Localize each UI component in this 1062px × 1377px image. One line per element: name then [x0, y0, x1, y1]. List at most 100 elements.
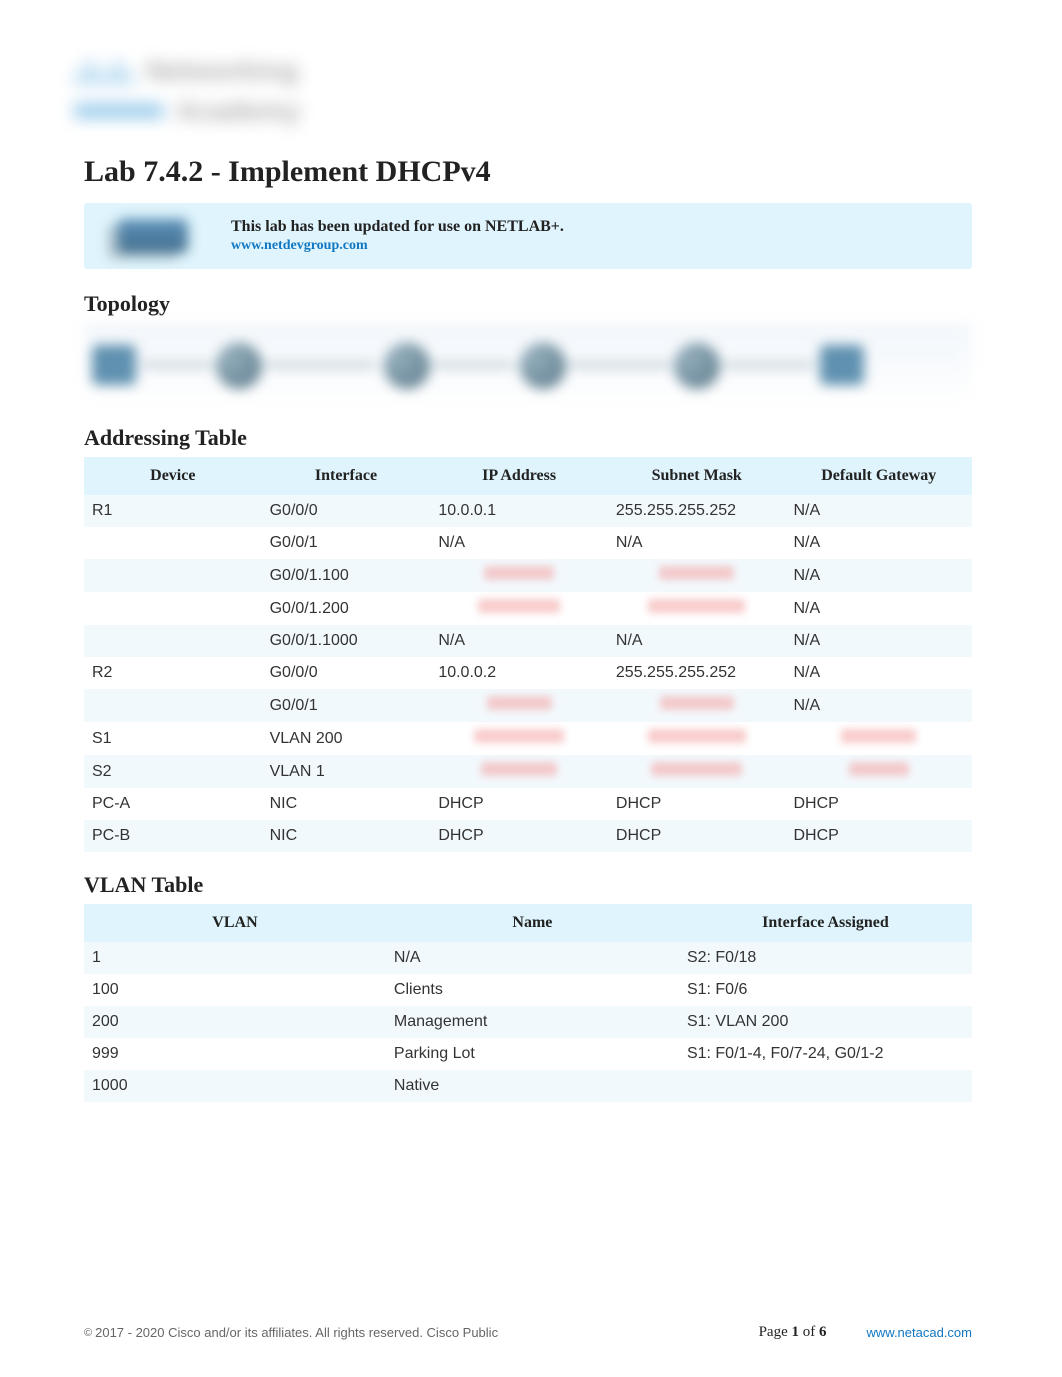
redacted-value [478, 599, 560, 613]
table-row: 1N/AS2: F0/18 [84, 942, 972, 974]
vlan-cell-id: 100 [84, 974, 386, 1006]
table-row: PC-BNICDHCPDHCPDHCP [84, 820, 972, 852]
addr-cell-gateway: N/A [786, 592, 973, 625]
addr-cell-ip [430, 755, 608, 788]
addr-cell-mask: N/A [608, 527, 786, 559]
addr-cell-mask: 255.255.255.252 [608, 657, 786, 689]
footer-copyright: ©2017 - 2020 Cisco and/or its affiliates… [84, 1325, 719, 1340]
section-heading-topology: Topology [84, 291, 972, 317]
vlan-cell-name: Clients [386, 974, 679, 1006]
table-row: R1G0/0/010.0.0.1255.255.255.252N/A [84, 495, 972, 527]
addr-cell-ip: N/A [430, 625, 608, 657]
addr-cell-mask [608, 722, 786, 755]
vlan-cell-iface: S1: F0/1-4, F0/7-24, G0/1-2 [679, 1038, 972, 1070]
addr-cell-device: S2 [84, 755, 262, 788]
netlab-logo [100, 217, 205, 255]
addr-th-ip: IP Address [430, 457, 608, 495]
table-row: PC-ANICDHCPDHCPDHCP [84, 788, 972, 820]
vlan-cell-iface: S1: VLAN 200 [679, 1006, 972, 1038]
addr-cell-ip: N/A [430, 527, 608, 559]
addr-cell-gateway: N/A [786, 559, 973, 592]
addr-cell-mask [608, 755, 786, 788]
redacted-value [487, 696, 552, 710]
table-row: G0/0/1N/AN/AN/A [84, 527, 972, 559]
table-row: R2G0/0/010.0.0.2255.255.255.252N/A [84, 657, 972, 689]
table-row: G0/0/1.100 N/A [84, 559, 972, 592]
redacted-value [474, 729, 565, 743]
addr-cell-gateway: DHCP [786, 820, 973, 852]
addr-cell-device: PC-B [84, 820, 262, 852]
addr-cell-ip [430, 559, 608, 592]
addr-cell-interface: G0/0/0 [262, 495, 431, 527]
footer-page-indicator: Page 1 of 6 [759, 1324, 827, 1341]
vlan-cell-id: 200 [84, 1006, 386, 1038]
notice-link[interactable]: www.netdevgroup.com [231, 238, 564, 254]
brand-logo-blur: Networking Academy [74, 55, 374, 135]
brand-word-1: Networking [146, 55, 298, 87]
vlan-cell-name: Management [386, 1006, 679, 1038]
addr-cell-device: R1 [84, 495, 262, 527]
vlan-cell-iface: S2: F0/18 [679, 942, 972, 974]
section-heading-addressing: Addressing Table [84, 425, 972, 451]
addr-cell-ip: 10.0.0.1 [430, 495, 608, 527]
redacted-value [648, 599, 745, 613]
addr-th-device: Device [84, 457, 262, 495]
addr-cell-mask [608, 689, 786, 722]
brand-logo: Networking Academy [84, 55, 972, 135]
addr-cell-mask: DHCP [608, 820, 786, 852]
redacted-value [481, 762, 556, 776]
table-row: 100ClientsS1: F0/6 [84, 974, 972, 1006]
addr-th-mask: Subnet Mask [608, 457, 786, 495]
addr-cell-gateway: N/A [786, 625, 973, 657]
addr-cell-interface: G0/0/1.200 [262, 592, 431, 625]
addr-cell-device: R2 [84, 657, 262, 689]
addr-cell-interface: NIC [262, 788, 431, 820]
notice-line: This lab has been updated for use on NET… [231, 218, 564, 236]
table-row: G0/0/1.1000N/AN/AN/A [84, 625, 972, 657]
table-row: 200ManagementS1: VLAN 200 [84, 1006, 972, 1038]
notice-text: This lab has been updated for use on NET… [231, 218, 564, 254]
redacted-value [660, 696, 734, 710]
vlan-th-vlan: VLAN [84, 904, 386, 942]
redacted-value [659, 566, 734, 580]
addr-cell-ip: 10.0.0.2 [430, 657, 608, 689]
section-heading-vlan: VLAN Table [84, 872, 972, 898]
addr-cell-gateway: N/A [786, 527, 973, 559]
table-row: 999Parking LotS1: F0/1-4, F0/7-24, G0/1-… [84, 1038, 972, 1070]
vlan-cell-name: Parking Lot [386, 1038, 679, 1070]
addr-cell-gateway: N/A [786, 495, 973, 527]
addr-cell-interface: G0/0/1.100 [262, 559, 431, 592]
addr-cell-device [84, 625, 262, 657]
page-footer: ©2017 - 2020 Cisco and/or its affiliates… [84, 1324, 972, 1341]
vlan-cell-id: 1000 [84, 1070, 386, 1102]
addr-cell-device: S1 [84, 722, 262, 755]
vlan-cell-iface: S1: F0/6 [679, 974, 972, 1006]
table-row: 1000Native [84, 1070, 972, 1102]
addr-cell-interface: VLAN 1 [262, 755, 431, 788]
addr-cell-mask: N/A [608, 625, 786, 657]
addressing-table: Device Interface IP Address Subnet Mask … [84, 457, 972, 852]
footer-site-link[interactable]: www.netacad.com [867, 1325, 973, 1340]
addr-cell-device [84, 592, 262, 625]
addr-cell-ip [430, 722, 608, 755]
addr-cell-ip [430, 592, 608, 625]
addr-cell-interface: G0/0/1.1000 [262, 625, 431, 657]
redacted-value [841, 729, 916, 743]
vlan-cell-id: 999 [84, 1038, 386, 1070]
addr-cell-device [84, 527, 262, 559]
addressing-table-header: Device Interface IP Address Subnet Mask … [84, 457, 972, 495]
addr-cell-interface: NIC [262, 820, 431, 852]
vlan-table-header: VLAN Name Interface Assigned [84, 904, 972, 942]
topology-diagram [84, 323, 972, 407]
addr-cell-device [84, 559, 262, 592]
addr-cell-mask [608, 592, 786, 625]
redacted-value [849, 762, 909, 776]
addr-cell-mask: 255.255.255.252 [608, 495, 786, 527]
addr-th-gw: Default Gateway [786, 457, 973, 495]
redacted-value [648, 729, 746, 743]
vlan-th-iface: Interface Assigned [679, 904, 972, 942]
notice-banner: This lab has been updated for use on NET… [84, 203, 972, 269]
footer-copyright-text: 2017 - 2020 Cisco and/or its affiliates.… [95, 1325, 498, 1340]
addr-cell-interface: G0/0/0 [262, 657, 431, 689]
vlan-cell-name: Native [386, 1070, 679, 1102]
